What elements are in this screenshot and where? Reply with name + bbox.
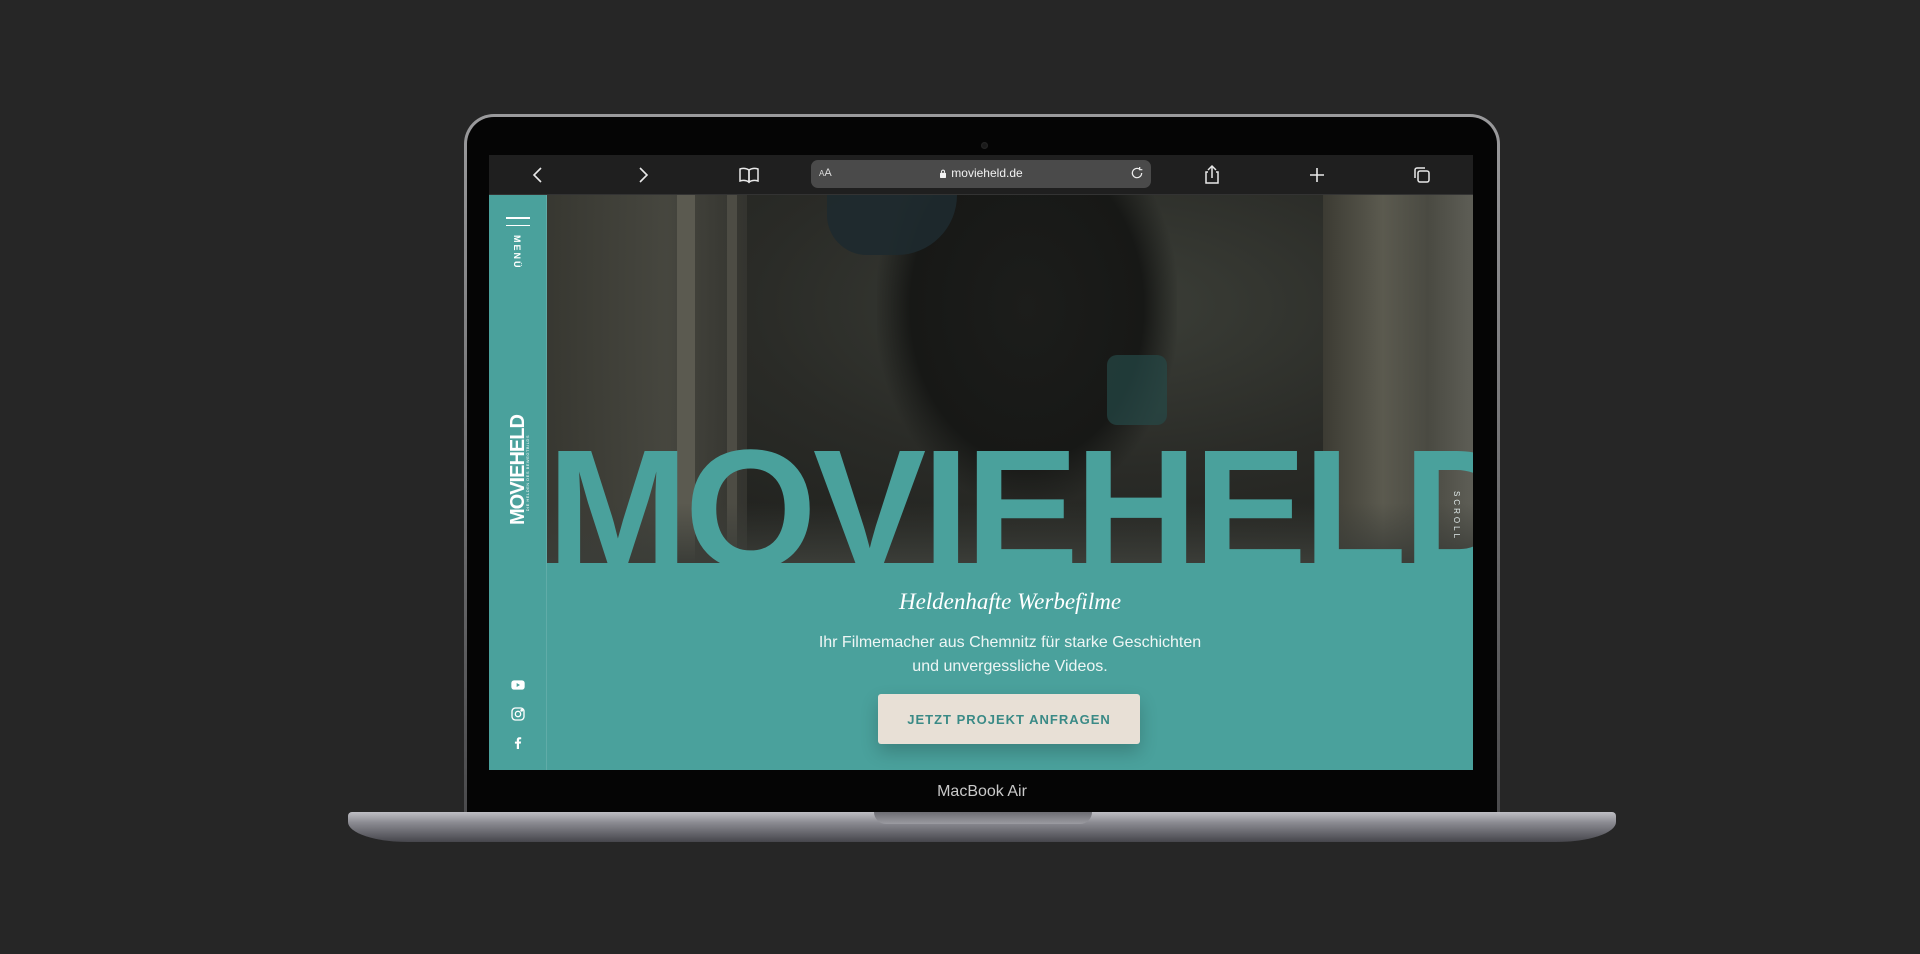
address-bar[interactable]: AA movieheld.de bbox=[811, 160, 1151, 188]
new-tab-icon[interactable] bbox=[1305, 163, 1329, 187]
menu-label[interactable]: MENÜ bbox=[512, 235, 522, 270]
website: MOVIEHELD SCROLL MENÜ MOVIEHELD DIE HELD… bbox=[489, 195, 1473, 770]
camera bbox=[981, 142, 988, 149]
back-icon[interactable] bbox=[526, 163, 550, 187]
hamburger-icon[interactable] bbox=[506, 217, 530, 227]
forward-icon[interactable] bbox=[631, 163, 655, 187]
logo-subtitle: DIE HELDEN DES BEWEGTBILDS bbox=[525, 435, 530, 512]
reload-icon[interactable] bbox=[1129, 165, 1145, 181]
scroll-indicator[interactable]: SCROLL bbox=[1452, 491, 1461, 541]
youtube-icon[interactable] bbox=[510, 677, 526, 693]
screen: AA movieheld.de MOVIEHELD SCROLL MENÜ MO… bbox=[489, 155, 1473, 770]
description-line-2: und unvergessliche Videos. bbox=[912, 658, 1108, 675]
device-label: MacBook Air bbox=[937, 783, 1027, 800]
sidebar: MENÜ MOVIEHELD DIE HELDEN DES BEWEGTBILD… bbox=[489, 195, 547, 770]
screen-bezel: AA movieheld.de MOVIEHELD SCROLL MENÜ MO… bbox=[467, 117, 1497, 813]
lock-icon bbox=[940, 169, 947, 178]
request-project-button[interactable]: JETZT PROJEKT ANFRAGEN bbox=[878, 694, 1140, 744]
hero-content: Heldenhafte Werbefilme Ihr Filmemacher a… bbox=[547, 563, 1473, 770]
instagram-icon[interactable] bbox=[510, 706, 526, 722]
laptop-notch bbox=[874, 812, 1092, 824]
hero-image: MOVIEHELD SCROLL bbox=[547, 195, 1473, 563]
laptop-lid: AA movieheld.de MOVIEHELD SCROLL MENÜ MO… bbox=[464, 114, 1500, 816]
hero-title: MOVIEHELD bbox=[547, 415, 1473, 563]
description-line-1: Ihr Filmemacher aus Chemnitz für starke … bbox=[818, 634, 1202, 651]
tagline: Heldenhafte Werbefilme bbox=[898, 589, 1122, 614]
browser-toolbar: AA movieheld.de bbox=[489, 155, 1473, 195]
tabs-icon[interactable] bbox=[1410, 163, 1434, 187]
url-text: movieheld.de bbox=[811, 166, 1151, 180]
share-icon[interactable] bbox=[1200, 163, 1224, 187]
url-label: movieheld.de bbox=[951, 166, 1023, 180]
bookmarks-icon[interactable] bbox=[737, 163, 761, 187]
description: Ihr Filmemacher aus Chemnitz für starke … bbox=[547, 631, 1473, 679]
facebook-icon[interactable] bbox=[510, 735, 526, 751]
